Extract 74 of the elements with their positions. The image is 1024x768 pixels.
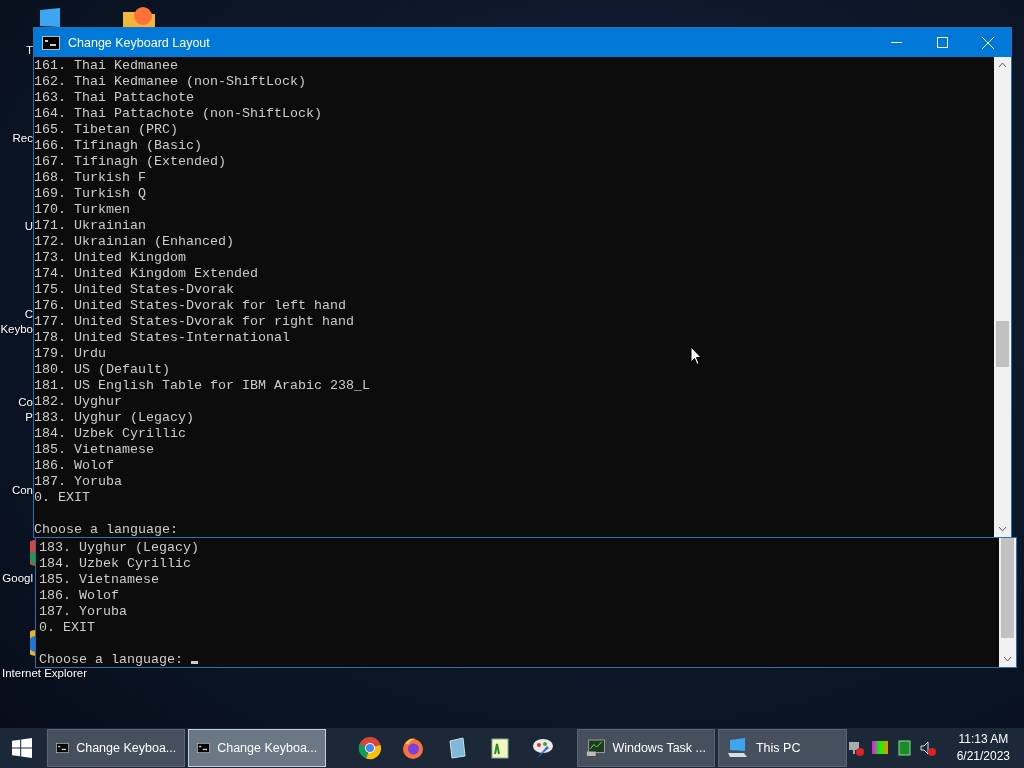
taskbar-button[interactable]: This PC: [718, 729, 847, 767]
console-prompt: Choose a language:: [34, 522, 178, 537]
console-line: 169. Turkish Q: [34, 186, 146, 202]
icon-label: P: [25, 410, 33, 425]
console-line: 186. Wolof: [39, 588, 119, 604]
folder-icon: [123, 6, 155, 27]
icon-label: U: [24, 219, 33, 234]
console-line: 0. EXIT: [39, 620, 95, 636]
console-line: 171. Ukrainian: [34, 218, 146, 234]
windows-logo-icon: [12, 738, 33, 758]
console-line: 165. Tibetan (PRC): [34, 122, 178, 138]
console-line: 184. Uzbek Cyrillic: [34, 426, 186, 442]
console-line: 167. Tifinagh (Extended): [34, 154, 226, 170]
maximize-icon: [936, 37, 948, 48]
console-line: 183. Uyghur (Legacy): [39, 540, 199, 556]
console-prompt: Choose a language:: [39, 652, 184, 667]
console-line: 177. United States-Dvorak for right hand: [34, 314, 354, 330]
clock-date: 6/21/2023: [956, 748, 1011, 765]
console-line: 178. United States-International: [34, 330, 290, 346]
task-manager-icon: [586, 738, 606, 758]
console-line: 164. Thai Pattachote (non-ShiftLock): [34, 106, 322, 122]
volume-muted-icon[interactable]: [918, 739, 937, 757]
console-line: 179. Urdu: [34, 346, 106, 362]
scrollbar[interactable]: [999, 538, 1016, 667]
icon-label: Internet Explorer: [2, 667, 87, 680]
console-line: 173. United Kingdom: [34, 250, 186, 266]
scrollbar[interactable]: [994, 57, 1011, 537]
mouse-pointer-icon: [690, 346, 702, 366]
close-icon: [982, 36, 994, 49]
icon-label: T: [25, 43, 33, 58]
console-icon: [56, 741, 70, 755]
console-line: 162. Thai Kedmanee (non-ShiftLock): [34, 74, 306, 90]
paint-icon: [531, 736, 556, 760]
console-line: 187. Yoruba: [34, 474, 122, 490]
icon-label: C: [24, 307, 33, 322]
console-line: 174. United Kingdom Extended: [34, 266, 258, 282]
console-line: 166. Tifinagh (Basic): [34, 138, 202, 154]
text-cursor: [190, 661, 198, 664]
console-line: 186. Wolof: [34, 458, 114, 474]
icon-label: Keybo: [0, 322, 33, 337]
icon-label: Rec: [12, 131, 33, 146]
clock-time: 11:13 AM: [958, 731, 1009, 748]
console-icon: [42, 35, 60, 50]
taskbar-button[interactable]: Windows Task ...: [577, 729, 715, 767]
console-line: 183. Uyghur (Legacy): [34, 410, 194, 426]
console-line: 184. Uzbek Cyrillic: [39, 556, 191, 572]
icon-label: Googl: [2, 571, 33, 586]
console-line: 172. Ukrainian (Enhanced): [34, 234, 234, 250]
console-line: 187. Yoruba: [39, 604, 127, 620]
icon-label: Co: [18, 395, 33, 410]
computer-icon: [727, 738, 749, 758]
console-line: 163. Thai Pattachote: [34, 90, 194, 106]
console-line: 170. Turkmen: [34, 202, 130, 218]
taskbar-button[interactable]: Change Keyboa...: [47, 729, 186, 767]
console-line: 185. Vietnamese: [34, 442, 154, 458]
console-line: 175. United States-Dvorak: [34, 282, 234, 298]
console-line: 182. Uyghur: [34, 394, 122, 410]
console-line: 181. US English Table for IBM Arabic 238_L: [34, 378, 370, 394]
clock[interactable]: 11:13 AM 6/21/2023: [956, 731, 1011, 765]
console-line: 185. Vietnamese: [39, 572, 159, 588]
console-icon: [197, 741, 211, 755]
display-icon[interactable]: [870, 739, 889, 757]
console-line: 168. Turkish F: [34, 170, 146, 186]
taskbar-button[interactable]: Change Keyboa...: [188, 729, 327, 767]
console-line: 161. Thai Kedmanee: [34, 58, 178, 74]
console-line: 180. US (Default): [34, 362, 170, 378]
window-title: Change Keyboard Layout: [68, 35, 211, 50]
chrome-icon: [357, 736, 382, 760]
icon-label: Con: [11, 483, 33, 498]
scrollbar-thumb[interactable]: [996, 321, 1009, 367]
network-icon[interactable]: [846, 739, 865, 757]
console-line: 0. EXIT: [34, 490, 90, 506]
firefox-icon: [401, 736, 426, 760]
console-line: 176. United States-Dvorak for left hand: [34, 298, 346, 314]
